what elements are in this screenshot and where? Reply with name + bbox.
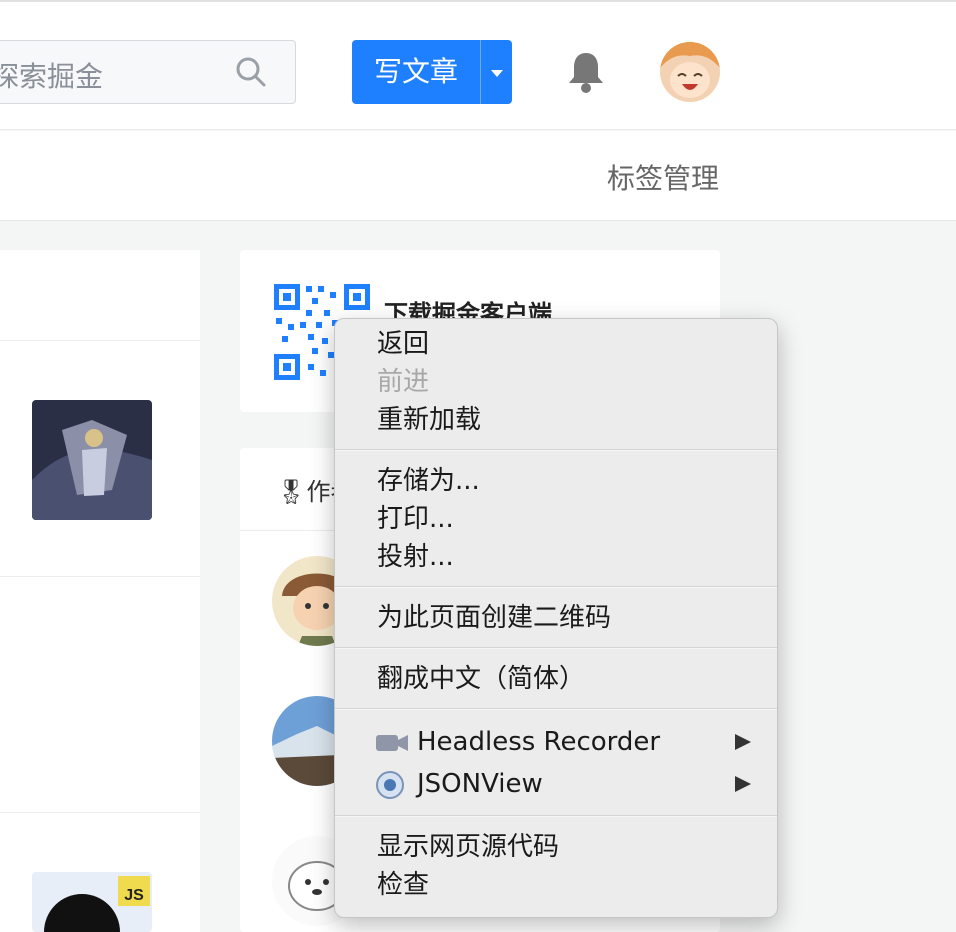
menu-separator xyxy=(335,815,777,817)
menu-item-view-source[interactable]: 显示网页源代码 xyxy=(335,828,777,866)
menu-item-save-as[interactable]: 存储为... xyxy=(335,462,777,500)
menu-separator xyxy=(335,586,777,588)
menu-item-label: Headless Recorder xyxy=(417,727,661,757)
divider xyxy=(0,576,200,577)
menu-separator xyxy=(335,449,777,451)
menu-separator xyxy=(335,647,777,649)
submenu-arrow-icon xyxy=(735,734,751,750)
menu-item-forward: 前进 xyxy=(377,367,430,397)
divider xyxy=(0,340,200,341)
sub-navigation: 标签管理 xyxy=(0,131,956,221)
button-divider xyxy=(480,40,481,104)
menu-separator xyxy=(335,708,777,710)
article-thumbnail[interactable] xyxy=(32,400,152,520)
thumbnail-image: JS xyxy=(32,872,152,932)
menu-item-headless-recorder[interactable]: Headless Recorder xyxy=(335,721,777,763)
search-icon[interactable] xyxy=(235,56,267,88)
user-avatar[interactable] xyxy=(660,42,720,102)
thumbnail-image xyxy=(32,400,152,520)
bell-icon[interactable] xyxy=(566,50,606,94)
article-feed: JS xyxy=(0,250,200,932)
submenu-arrow-icon xyxy=(735,776,751,792)
js-badge: JS xyxy=(124,887,144,904)
search-input[interactable]: 探索掘金 xyxy=(0,40,296,104)
menu-item-cast[interactable]: 投射... xyxy=(335,538,777,576)
menu-item-reload[interactable]: 重新加载 xyxy=(335,401,777,439)
menu-item-inspect[interactable]: 检查 xyxy=(335,866,777,904)
search-placeholder: 探索掘金 xyxy=(0,60,104,93)
write-article-button[interactable]: 写文章 xyxy=(352,40,512,104)
article-thumbnail[interactable]: JS xyxy=(32,872,152,932)
divider xyxy=(0,812,200,813)
menu-item-translate[interactable]: 翻成中文（简体） xyxy=(335,660,777,698)
write-article-label: 写文章 xyxy=(373,55,458,88)
context-menu: 返回 前进 重新加载 存储为... 打印... 投射... 为此页面创建二维码 … xyxy=(334,318,778,918)
avatar-image xyxy=(660,42,720,102)
tag-management-link[interactable]: 标签管理 xyxy=(607,157,719,197)
camera-icon xyxy=(376,735,408,751)
chevron-down-icon[interactable] xyxy=(491,70,503,77)
menu-item-jsonview[interactable]: JSONView xyxy=(335,763,777,805)
menu-item-back[interactable]: 返回 xyxy=(335,325,777,363)
menu-item-label: JSONView xyxy=(417,769,543,799)
jsonview-icon xyxy=(376,771,404,799)
menu-item-create-qr[interactable]: 为此页面创建二维码 xyxy=(335,599,777,637)
menu-item-print[interactable]: 打印... xyxy=(335,500,777,538)
top-bar: 探索掘金 写文章 xyxy=(0,0,956,130)
